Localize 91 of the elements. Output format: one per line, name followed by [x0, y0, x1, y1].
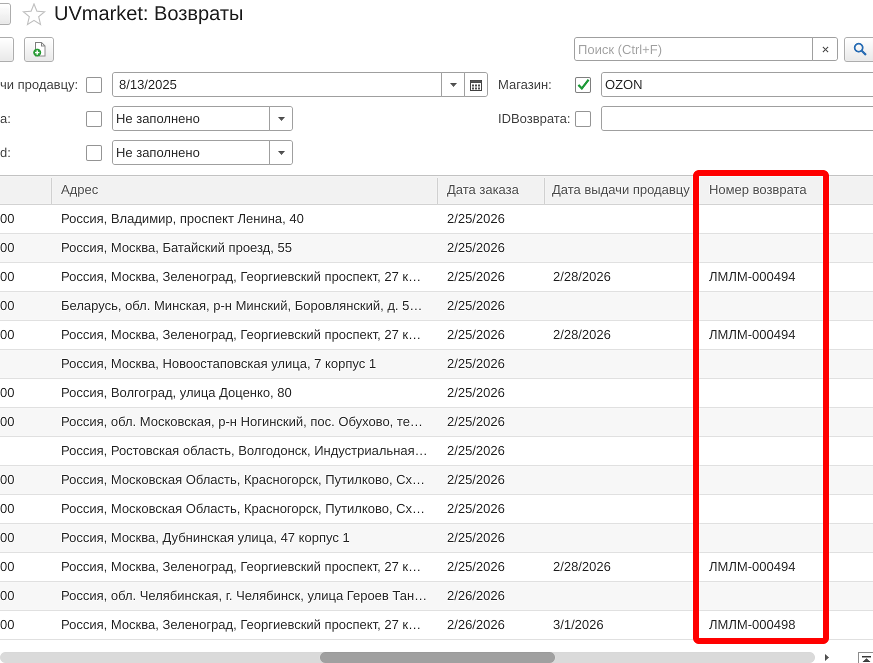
search-button[interactable] — [844, 36, 873, 62]
close-icon — [822, 46, 828, 52]
date-field[interactable]: 8/13/2025 — [112, 72, 488, 97]
table-cell: 2/25/2026 — [447, 211, 505, 227]
filter-label: Магазин: — [498, 77, 553, 92]
table-cell: 2/25/2026 — [447, 559, 505, 575]
column-header[interactable]: Дата выдачи продавцу — [552, 182, 690, 198]
table-cell: ЛМЛМ-000498 — [709, 617, 796, 633]
checkbox[interactable] — [575, 76, 591, 92]
table-cell: 00 — [0, 472, 14, 488]
table-cell: 2/25/2026 — [447, 472, 505, 488]
table-cell: 00 — [0, 240, 14, 256]
column-header[interactable]: Дата заказа — [447, 182, 519, 198]
table-cell: Россия, Москва, Дубнинская улица, 47 корпус 1 — [61, 530, 350, 546]
filter-label: d: — [0, 145, 12, 160]
checkbox[interactable] — [86, 110, 102, 126]
table-cell: 00 — [0, 414, 14, 430]
table-cell: Россия, Москва, Зеленоград, Георгиевский проспект, 27 к… — [61, 269, 422, 285]
table-cell: Россия, Москва, Батайский проезд, 55 — [61, 240, 292, 256]
star-icon[interactable] — [22, 2, 46, 26]
table-cell: Россия, Москва, Зеленоград, Георгиевский проспект, 27 к… — [61, 559, 422, 575]
table-cell: 00 — [0, 501, 14, 517]
table-cell: 2/25/2026 — [447, 443, 505, 459]
table-cell: 2/25/2026 — [447, 501, 505, 517]
checkbox[interactable] — [86, 76, 102, 92]
table-cell: 2/25/2026 — [447, 298, 505, 314]
search-field[interactable]: Поиск (Ctrl+F) — [574, 37, 812, 61]
search-icon — [853, 42, 867, 56]
table-cell: 2/25/2026 — [447, 269, 505, 285]
table-cell: 2/28/2026 — [553, 269, 611, 285]
nav-button[interactable] — [0, 3, 11, 25]
input-field[interactable] — [601, 106, 873, 131]
filter-label: чи продавцу: — [0, 77, 80, 92]
table-cell: 2/25/2026 — [447, 385, 505, 401]
column-header[interactable]: Адрес — [61, 182, 98, 198]
checkbox[interactable] — [86, 144, 102, 160]
table-cell: Россия, Владимир, проспект Ленина, 40 — [61, 211, 304, 227]
table-cell: Россия, Ростовская область, Волгодонск, Индустриальная… — [61, 443, 428, 459]
table-cell: Россия, Волгоград, улица Доценко, 80 — [61, 385, 292, 401]
table-cell: 2/28/2026 — [553, 327, 611, 343]
filter-label: а: — [0, 111, 12, 126]
table-cell: 00 — [0, 269, 14, 285]
filter-label: IDВозврата: — [498, 111, 572, 126]
toolbar-button[interactable] — [0, 36, 14, 62]
table-cell: 00 — [0, 530, 14, 546]
table-cell: Россия, Москва, Новоостаповская улица, 7 корпус 1 — [61, 356, 376, 372]
table-cell: Россия, Москва, Зеленоград, Георгиевский проспект, 27 к… — [61, 617, 422, 633]
check-icon — [576, 78, 590, 91]
caret-right-icon[interactable] — [825, 654, 829, 661]
table-cell: 00 — [0, 327, 14, 343]
input-field[interactable]: OZON — [601, 72, 873, 97]
table-cell: ЛМЛМ-000494 — [709, 559, 796, 575]
table-cell: 2/28/2026 — [553, 559, 611, 575]
table-cell: 2/25/2026 — [447, 356, 505, 372]
table-cell: Россия, обл. Московская, р-н Ногинский, пос. Обухово, те… — [61, 414, 423, 430]
select-field[interactable]: Не заполнено — [112, 106, 293, 131]
caret-icon — [278, 116, 284, 120]
add-document-button[interactable] — [24, 36, 54, 62]
table-cell: 00 — [0, 298, 14, 314]
table-cell: 2/25/2026 — [447, 327, 505, 343]
caret-icon — [278, 150, 284, 154]
caret-icon — [450, 82, 456, 86]
table-cell: Беларусь, обл. Минская, р-н Минский, Боровлянский, д. 5… — [61, 298, 422, 314]
clear-button[interactable] — [812, 37, 838, 61]
table-cell: 00 — [0, 559, 14, 575]
table-cell: 00 — [0, 385, 14, 401]
document-plus-icon — [32, 42, 46, 56]
table-cell: 00 — [0, 588, 14, 604]
table-cell: 2/25/2026 — [447, 530, 505, 546]
table-cell: Россия, Московская Область, Красногорск, Путилково, Сх… — [61, 501, 426, 517]
table-cell: 00 — [0, 617, 14, 633]
horizontal-scrollbar[interactable] — [0, 652, 815, 663]
table-cell: ЛМЛМ-000494 — [709, 327, 796, 343]
scrollbar-thumb[interactable] — [320, 652, 555, 663]
scroll-end-button[interactable] — [858, 652, 873, 663]
table-cell: Россия, Москва, Зеленоград, Георгиевский проспект, 27 к… — [61, 327, 422, 343]
table-cell: 2/26/2026 — [447, 588, 505, 604]
table-cell: ЛМЛМ-000494 — [709, 269, 796, 285]
calendar-icon — [470, 78, 482, 90]
checkbox[interactable] — [575, 110, 591, 126]
bar-triangle-icon — [862, 656, 870, 662]
table-cell: 2/25/2026 — [447, 240, 505, 256]
table-cell: 2/26/2026 — [447, 617, 505, 633]
table-cell: 3/1/2026 — [553, 617, 604, 633]
table-cell: Россия, Московская Область, Красногорск, Путилково, Сх… — [61, 472, 426, 488]
window-title: UVmarket: Возвраты — [54, 2, 244, 26]
select-field[interactable]: Не заполнено — [112, 140, 293, 165]
table-cell: 2/25/2026 — [447, 414, 505, 430]
column-header[interactable]: Номер возврата — [709, 182, 807, 198]
table-cell: 00 — [0, 211, 14, 227]
table-cell: Россия, обл. Челябинская, г. Челябинск, улица Героев Тан… — [61, 588, 428, 604]
